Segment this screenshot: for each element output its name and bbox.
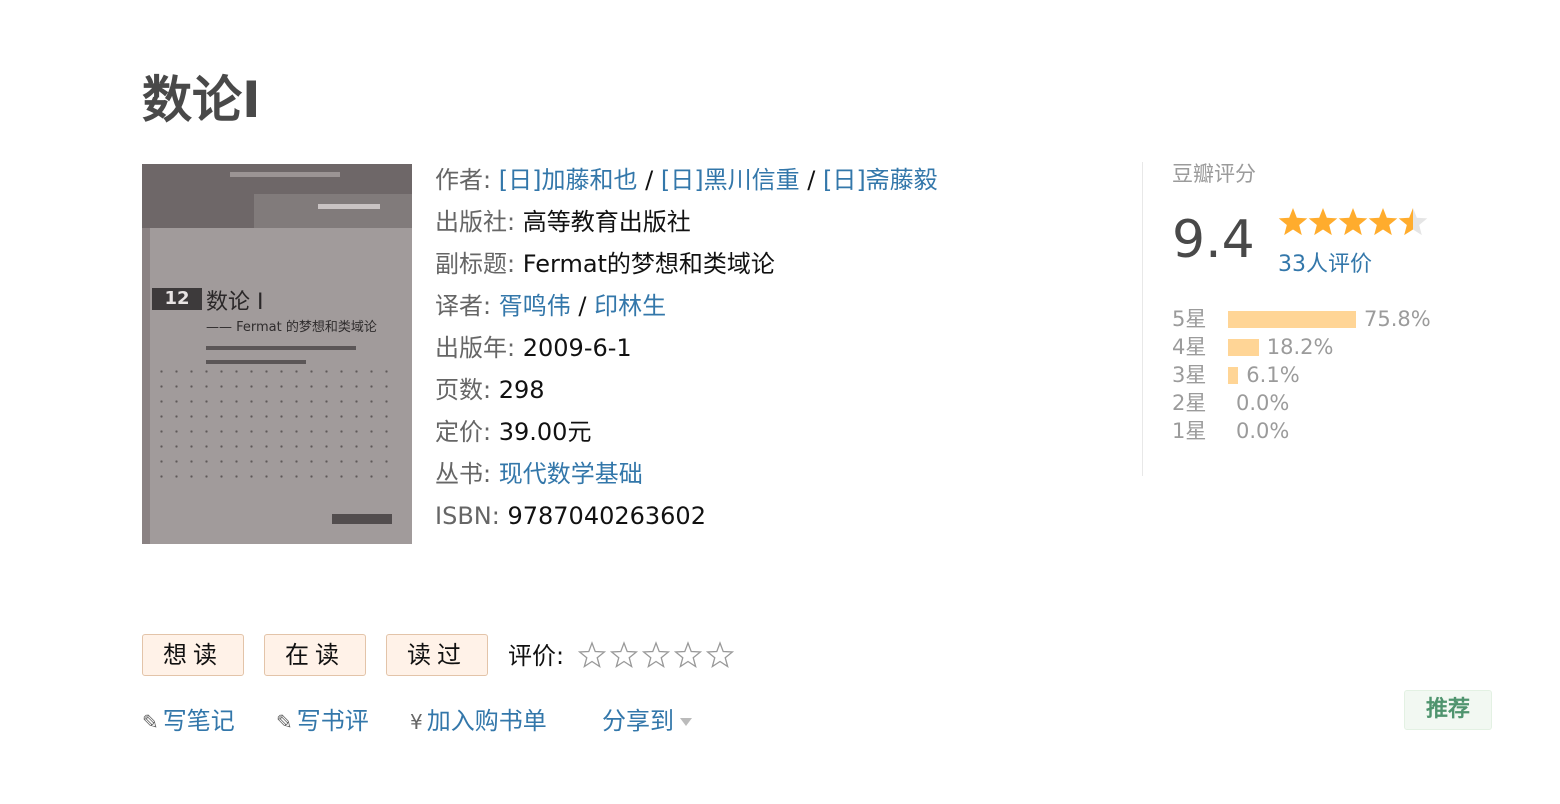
star-icon [1398, 208, 1428, 236]
reading-button[interactable]: 在读 [264, 634, 366, 676]
divider [1142, 162, 1143, 476]
cover-subtitle: —— Fermat 的梦想和类域论 [206, 320, 377, 335]
pubyear-value: 2009-6-1 [522, 334, 632, 362]
cover-dot-pattern [154, 364, 394, 484]
isbn-label: ISBN: [435, 502, 500, 530]
publisher-row: 出版社: 高等教育出版社 [435, 202, 938, 244]
rating-percent: 6.1% [1246, 363, 1300, 387]
share-dropdown[interactable]: 分享到 [602, 702, 692, 740]
subtitle-row: 副标题: Fermat的梦想和类域论 [435, 244, 938, 286]
cover-decoration [230, 172, 340, 177]
star-icon [1308, 208, 1338, 236]
star-level-label: 5星 [1172, 307, 1207, 331]
cover-series-number: 12 [152, 288, 202, 310]
pubyear-row: 出版年: 2009-6-1 [435, 328, 938, 370]
star-icon [1278, 208, 1308, 236]
series-row: 丛书: 现代数学基础 [435, 454, 938, 496]
rating-bar [1228, 339, 1259, 356]
star-icon [1368, 208, 1398, 236]
price-value: 39.00元 [498, 418, 592, 446]
publisher-value: 高等教育出版社 [522, 208, 691, 236]
author-link[interactable]: [日]斋藤毅 [823, 166, 938, 194]
pages-value: 298 [498, 376, 545, 404]
yen-icon: ¥ [410, 710, 423, 734]
publisher-logo [332, 514, 392, 524]
write-note-label: 写笔记 [162, 707, 235, 735]
pencil-icon: ✎ [276, 710, 293, 734]
translator-link[interactable]: 印林生 [594, 292, 666, 320]
translator-label: 译者: [435, 292, 492, 320]
recommend-button[interactable]: 推荐 [1404, 690, 1492, 730]
price-label: 定价: [435, 418, 492, 446]
rating-bar [1228, 311, 1356, 328]
author-label: 作者: [435, 166, 492, 194]
write-review-label: 写书评 [296, 707, 369, 735]
rating-percent: 0.0% [1236, 419, 1290, 443]
price-row: 定价: 39.00元 [435, 412, 938, 454]
rating-percent: 18.2% [1266, 335, 1334, 359]
rating-score: 9.4 [1172, 210, 1255, 270]
translator-row: 译者: 胥鸣伟 / 印林生 [435, 286, 938, 328]
translator-link[interactable]: 胥鸣伟 [499, 292, 571, 320]
rating-stars [1278, 206, 1428, 240]
star-level-label: 2星 [1172, 391, 1207, 415]
pencil-icon: ✎ [142, 710, 159, 734]
publisher-label: 出版社: [435, 208, 516, 236]
separator: / [807, 166, 816, 194]
write-review-link[interactable]: ✎ 写书评 [276, 702, 369, 741]
subtitle-label: 副标题: [435, 250, 516, 278]
author-link[interactable]: [日]黑川信重 [661, 166, 800, 194]
series-link[interactable]: 现代数学基础 [499, 460, 643, 488]
star-level-label: 3星 [1172, 363, 1207, 387]
separator: / [645, 166, 654, 194]
separator: / [578, 292, 587, 320]
pages-label: 页数: [435, 376, 492, 404]
share-label: 分享到 [602, 707, 674, 735]
rating-percent: 0.0% [1236, 391, 1290, 415]
cover-decoration [206, 346, 356, 350]
page-title: 数论I [142, 71, 261, 129]
star-outline-icon[interactable] [672, 640, 704, 670]
star-outline-icon[interactable] [704, 640, 736, 670]
isbn-row: ISBN: 9787040263602 [435, 496, 938, 538]
author-row: 作者: [日]加藤和也 / [日]黑川信重 / [日]斋藤毅 [435, 160, 938, 202]
series-label: 丛书: [435, 460, 492, 488]
book-info: 作者: [日]加藤和也 / [日]黑川信重 / [日]斋藤毅 出版社: 高等教育… [435, 160, 938, 538]
star-level-label: 4星 [1172, 335, 1207, 359]
star-icon [1338, 208, 1368, 236]
subtitle-value: Fermat的梦想和类域论 [522, 250, 775, 278]
rating-title: 豆瓣评分 [1172, 162, 1256, 186]
write-note-link[interactable]: ✎ 写笔记 [142, 702, 235, 741]
pages-row: 页数: 298 [435, 370, 938, 412]
want-to-read-button[interactable]: 想读 [142, 634, 244, 676]
star-outline-icon[interactable] [608, 640, 640, 670]
star-outline-icon[interactable] [576, 640, 608, 670]
author-link[interactable]: [日]加藤和也 [499, 166, 638, 194]
user-rating-stars [576, 640, 736, 670]
add-to-cart-link[interactable]: ¥ 加入购书单 [410, 702, 547, 741]
rating-count-link[interactable]: 33人评价 [1278, 246, 1372, 278]
book-cover[interactable]: 12 数论 I —— Fermat 的梦想和类域论 [142, 164, 412, 544]
star-outline-icon[interactable] [640, 640, 672, 670]
pubyear-label: 出版年: [435, 334, 516, 362]
isbn-value: 9787040263602 [507, 502, 706, 530]
rate-label: 评价: [508, 642, 565, 670]
star-level-label: 1星 [1172, 419, 1207, 443]
cover-title: 数论 I [206, 290, 264, 315]
rating-bar [1228, 367, 1239, 384]
have-read-button[interactable]: 读过 [386, 634, 488, 676]
add-to-cart-label: 加入购书单 [426, 707, 547, 735]
cover-decoration [254, 194, 412, 228]
chevron-down-icon [680, 718, 692, 726]
rating-percent: 75.8% [1364, 307, 1431, 331]
cover-decoration [318, 204, 380, 209]
